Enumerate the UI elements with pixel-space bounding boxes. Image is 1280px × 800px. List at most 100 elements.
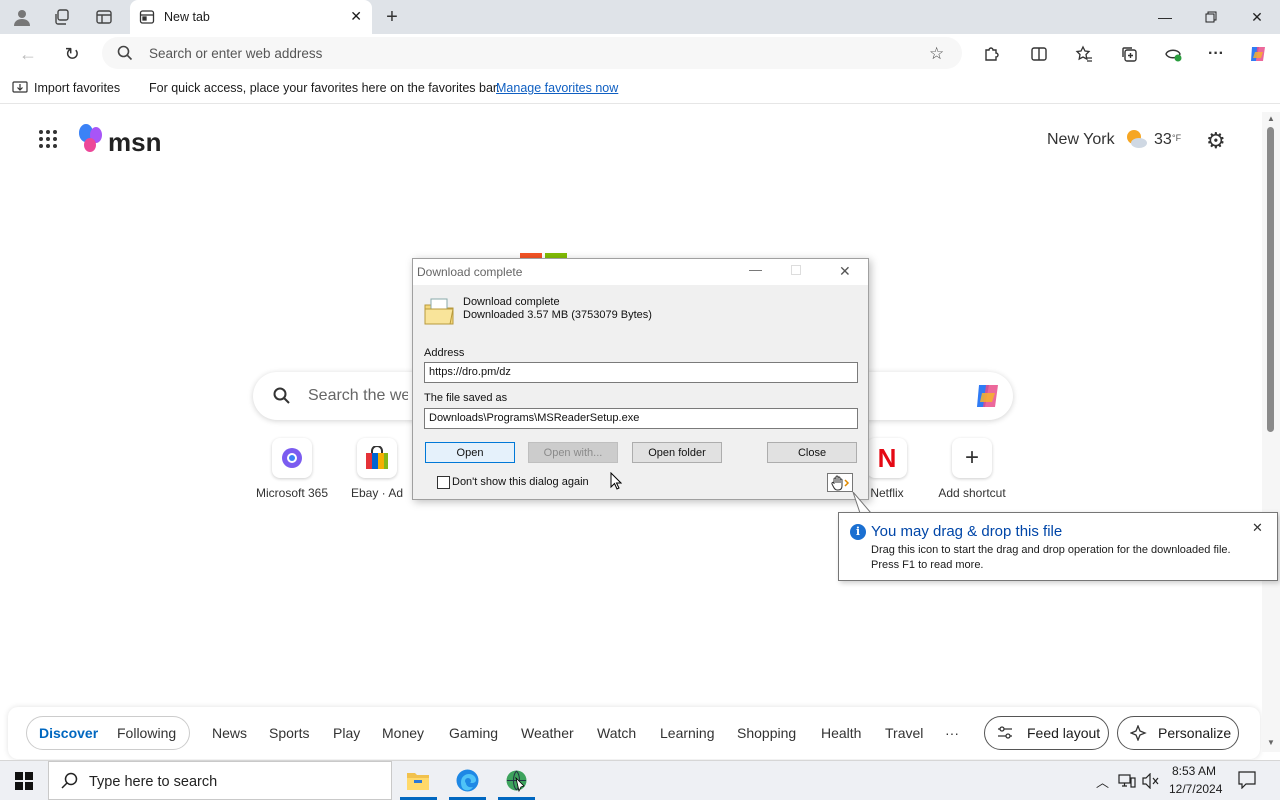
shortcut-ebay[interactable]: Ebay · Ad [342, 438, 412, 500]
weather-temperature: 33 [1154, 131, 1172, 148]
notifications-icon[interactable] [1238, 771, 1256, 792]
nav-following[interactable]: Following [117, 725, 176, 741]
back-arrow-icon[interactable]: ← [18, 44, 38, 64]
search-icon [117, 45, 133, 64]
nav-health[interactable]: Health [821, 725, 861, 741]
address-label: Address [424, 347, 465, 359]
nav-news[interactable]: News [212, 725, 247, 741]
network-icon[interactable] [1118, 773, 1136, 792]
browser-essentials-icon[interactable] [1163, 44, 1183, 64]
taskbar-clock-date[interactable]: 12/7/2024 [1169, 782, 1222, 796]
dialog-maximize-icon [791, 265, 801, 275]
manage-favorites-link[interactable]: Manage favorites now [496, 81, 618, 95]
scrollbar-thumb[interactable] [1267, 127, 1274, 432]
open-with-button[interactable]: Open with... [528, 442, 618, 463]
scroll-down-arrow-icon[interactable]: ▼ [1267, 738, 1275, 747]
nav-watch[interactable]: Watch [597, 725, 636, 741]
extensions-icon[interactable] [981, 44, 1001, 64]
nav-gaming[interactable]: Gaming [449, 725, 498, 741]
collections-icon[interactable] [1119, 44, 1139, 64]
taskbar-clock-time[interactable]: 8:53 AM [1172, 764, 1216, 778]
tooltip-close-icon[interactable]: ✕ [1252, 520, 1263, 536]
profile-icon[interactable] [12, 7, 32, 27]
close-tab-icon[interactable]: ✕ [350, 8, 362, 25]
weather-city[interactable]: New York [1047, 131, 1115, 149]
volume-muted-icon[interactable] [1142, 772, 1160, 792]
show-hidden-icons-chevron-icon[interactable]: ︿ [1096, 772, 1109, 791]
open-folder-button[interactable]: Open folder [632, 442, 722, 463]
workspaces-icon[interactable] [52, 7, 72, 27]
tooltip-line1: Drag this icon to start the drag and dro… [871, 544, 1231, 556]
browser-toolbar: ← ↻ Search or enter web address ☆ ··· [0, 34, 1280, 72]
restore-button[interactable] [1188, 0, 1234, 34]
nav-shopping[interactable]: Shopping [737, 725, 796, 741]
taskbar-edge[interactable] [447, 761, 488, 800]
feed-layout-label: Feed layout [1027, 725, 1101, 741]
taskbar-search-placeholder: Type here to search [89, 774, 218, 790]
split-screen-icon[interactable] [1029, 44, 1049, 64]
open-button[interactable]: Open [425, 442, 515, 463]
msn-logo-text[interactable]: msn [108, 127, 161, 158]
nav-travel[interactable]: Travel [885, 725, 923, 741]
nav-money[interactable]: Money [382, 725, 424, 741]
add-shortcut-plus-icon: + [952, 438, 992, 478]
nav-weather[interactable]: Weather [521, 725, 574, 741]
windows-start-icon[interactable] [15, 772, 33, 793]
import-favorites-button[interactable]: Import favorites [34, 81, 120, 95]
nav-discover[interactable]: Discover [39, 725, 98, 741]
web-search-placeholder: Search the web [308, 387, 408, 404]
scroll-up-arrow-icon[interactable]: ▲ [1267, 114, 1275, 123]
refresh-icon[interactable]: ↻ [62, 44, 82, 64]
personalize-button[interactable]: Personalize [1117, 716, 1239, 750]
taskbar-file-explorer[interactable] [398, 761, 439, 800]
mouse-cursor-icon [610, 471, 623, 493]
tab-new-tab[interactable]: New tab ✕ [130, 0, 372, 34]
tab-actions-icon[interactable] [94, 7, 114, 27]
personalize-label: Personalize [1158, 725, 1232, 741]
taskbar-search-box[interactable]: Type here to search [48, 761, 392, 800]
favorite-star-icon[interactable]: ☆ [929, 44, 944, 64]
shortcut-label: Ebay · Ad [350, 486, 404, 500]
saved-as-field[interactable]: Downloads\Programs\MSReaderSetup.exe [424, 408, 858, 429]
apps-grid-icon[interactable] [38, 129, 58, 152]
new-tab-plus-icon[interactable]: + [382, 6, 402, 28]
import-favorites-icon [12, 80, 28, 98]
minimize-button[interactable]: — [1142, 0, 1188, 34]
address-field[interactable]: https://dro.pm/dz [424, 362, 858, 383]
shortcut-netflix[interactable]: N Netflix [862, 438, 912, 500]
dialog-close-icon[interactable]: ✕ [839, 263, 851, 280]
copilot-search-icon[interactable] [973, 382, 1003, 413]
dont-show-checkbox[interactable] [437, 476, 450, 489]
browser-title-bar: New tab ✕ + — ✕ [0, 0, 1280, 34]
dialog-minimize-icon[interactable]: — [749, 262, 762, 277]
favorites-icon[interactable] [1074, 44, 1094, 64]
nav-more[interactable]: ··· [945, 725, 959, 741]
page-scrollbar[interactable]: ▲ ▼ [1262, 112, 1280, 752]
shortcut-label: Netflix [870, 486, 904, 500]
address-bar[interactable]: Search or enter web address ☆ [102, 37, 962, 69]
shortcut-add[interactable]: + Add shortcut [932, 438, 1012, 500]
sparkle-icon [1129, 724, 1148, 744]
drag-file-handle[interactable] [827, 473, 853, 492]
nav-learning[interactable]: Learning [660, 725, 715, 741]
window-close-button[interactable]: ✕ [1234, 0, 1280, 34]
nav-play[interactable]: Play [333, 725, 360, 741]
info-icon: i [850, 524, 866, 540]
close-button[interactable]: Close [767, 442, 857, 463]
tab-title: New tab [164, 10, 210, 24]
new-tab-page-icon [139, 9, 155, 28]
more-options-icon[interactable]: ··· [1206, 44, 1226, 64]
netflix-icon: N [867, 438, 907, 478]
ebay-bag-icon [357, 438, 397, 478]
copilot-icon[interactable] [1248, 44, 1268, 64]
msn-butterfly-logo-icon[interactable] [76, 123, 108, 158]
nav-sports[interactable]: Sports [269, 725, 309, 741]
settings-gear-icon[interactable]: ⚙ [1206, 128, 1226, 154]
shortcut-microsoft365[interactable]: Microsoft 365 [252, 438, 332, 500]
tooltip-line2: Press F1 to read more. [871, 559, 984, 571]
shortcut-label: Microsoft 365 [255, 486, 329, 500]
shortcut-label: Add shortcut [938, 486, 1006, 500]
taskbar-download-manager[interactable] [496, 761, 537, 800]
feed-layout-button[interactable]: Feed layout [984, 716, 1109, 750]
sliders-icon [997, 726, 1013, 743]
